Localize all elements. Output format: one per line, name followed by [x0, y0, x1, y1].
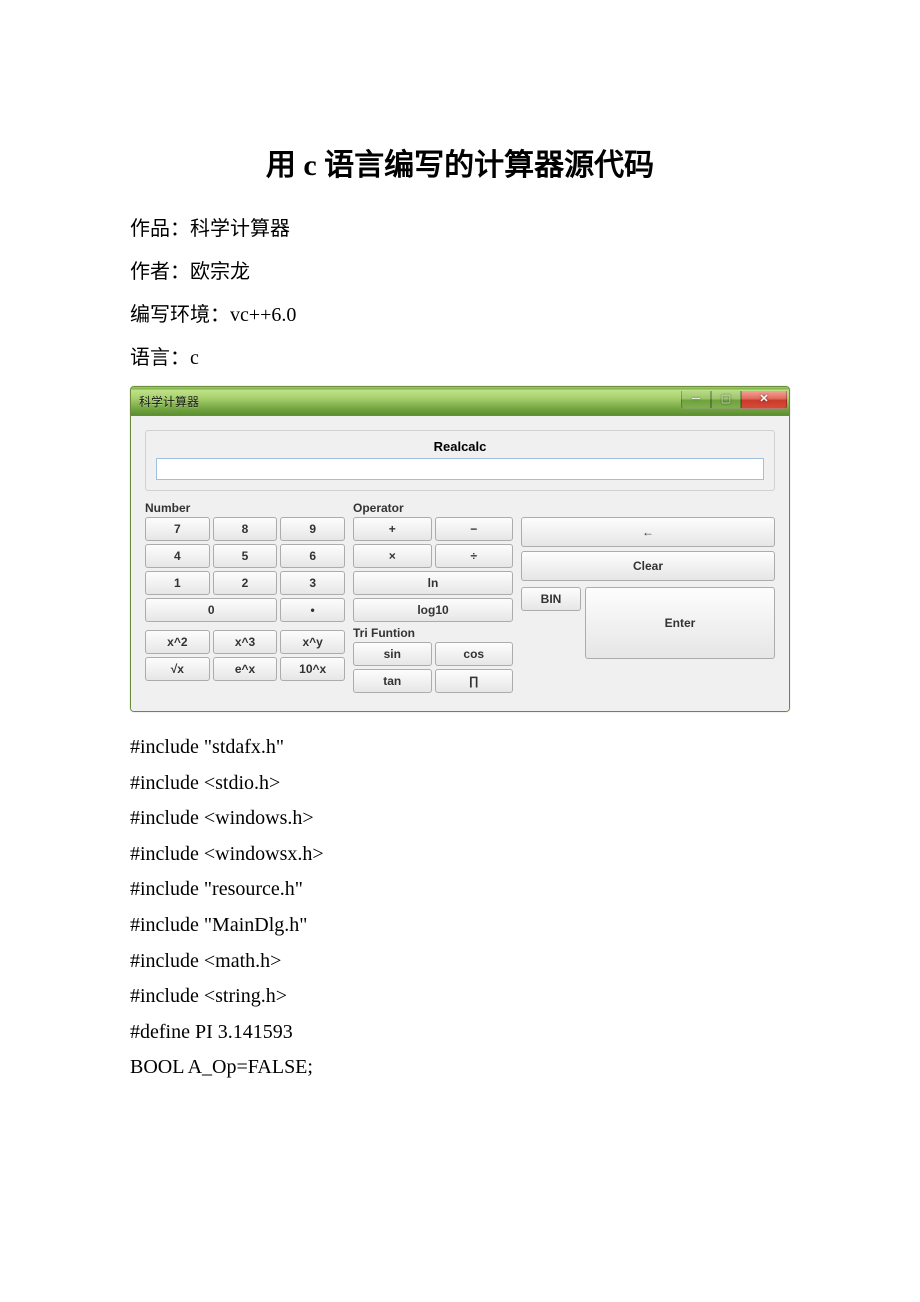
code-line: #include <stdio.h> — [130, 766, 790, 802]
num-3-button[interactable]: 3 — [280, 571, 345, 595]
num-6-button[interactable]: 6 — [280, 544, 345, 568]
log10-button[interactable]: log10 — [353, 598, 513, 622]
realcalc-label: Realcalc — [156, 439, 764, 458]
window-title: 科学计算器 — [139, 393, 199, 410]
back-button[interactable]: ← — [521, 517, 775, 547]
code-line: BOOL A_Op=FALSE; — [130, 1050, 790, 1086]
doc-title: 用 c 语言编写的计算器源代码 — [130, 140, 790, 184]
tri-label: Tri Funtion — [353, 626, 513, 640]
meta-author: 作者：欧宗龙 — [130, 251, 790, 294]
num-0-button[interactable]: 0 — [145, 598, 277, 622]
minus-button[interactable]: − — [435, 517, 514, 541]
code-line: #include <windowsx.h> — [130, 837, 790, 873]
ten-pow-x-button[interactable]: 10^x — [280, 657, 345, 681]
num-9-button[interactable]: 9 — [280, 517, 345, 541]
realcalc-group: Realcalc — [145, 430, 775, 491]
right-column: x ← Clear BIN Enter — [521, 501, 775, 659]
code-line: #include <windows.h> — [130, 801, 790, 837]
tan-button[interactable]: tan — [353, 669, 432, 693]
bin-button[interactable]: BIN — [521, 587, 581, 611]
number-label: Number — [145, 501, 345, 515]
plus-button[interactable]: + — [353, 517, 432, 541]
maximize-button: ▢ — [711, 391, 741, 409]
num-4-button[interactable]: 4 — [145, 544, 210, 568]
multiply-button[interactable]: × — [353, 544, 432, 568]
calculator-window: 科学计算器 ─ ▢ ✕ Realcalc Number 7 8 9 — [130, 386, 790, 712]
clear-button[interactable]: Clear — [521, 551, 775, 581]
x-cubed-button[interactable]: x^3 — [213, 630, 278, 654]
minimize-button[interactable]: ─ — [681, 391, 711, 409]
cos-button[interactable]: cos — [435, 642, 514, 666]
client-area: Realcalc Number 7 8 9 4 5 6 1 2 — [131, 416, 789, 711]
divide-button[interactable]: ÷ — [435, 544, 514, 568]
code-line: #include <math.h> — [130, 944, 790, 980]
maximize-icon: ▢ — [721, 392, 731, 405]
ln-button[interactable]: ln — [353, 571, 513, 595]
window-controls: ─ ▢ ✕ — [681, 391, 787, 411]
meta-lang: 语言：c — [130, 337, 790, 380]
meta-env: 编写环境：vc++6.0 — [130, 294, 790, 337]
num-5-button[interactable]: 5 — [213, 544, 278, 568]
display-input[interactable] — [156, 458, 764, 480]
close-icon: ✕ — [759, 392, 768, 405]
minimize-icon: ─ — [692, 393, 700, 405]
num-7-button[interactable]: 7 — [145, 517, 210, 541]
operator-column: Operator + − × ÷ ln log10 Tri Funtion si… — [353, 501, 513, 693]
window-titlebar[interactable]: 科学计算器 ─ ▢ ✕ — [131, 387, 789, 416]
code-block: #include "stdafx.h" #include <stdio.h> #… — [130, 730, 790, 1086]
code-line: #define PI 3.141593 — [130, 1015, 790, 1051]
meta-work: 作品：科学计算器 — [130, 208, 790, 251]
num-8-button[interactable]: 8 — [213, 517, 278, 541]
code-line: #include "stdafx.h" — [130, 730, 790, 766]
code-line: #include "MainDlg.h" — [130, 908, 790, 944]
enter-button[interactable]: Enter — [585, 587, 775, 659]
num-1-button[interactable]: 1 — [145, 571, 210, 595]
code-line: #include <string.h> — [130, 979, 790, 1015]
close-button[interactable]: ✕ — [741, 391, 787, 409]
x-squared-button[interactable]: x^2 — [145, 630, 210, 654]
e-pow-x-button[interactable]: e^x — [213, 657, 278, 681]
sqrt-button[interactable]: √x — [145, 657, 210, 681]
x-pow-y-button[interactable]: x^y — [280, 630, 345, 654]
num-2-button[interactable]: 2 — [213, 571, 278, 595]
sin-button[interactable]: sin — [353, 642, 432, 666]
decimal-button[interactable]: • — [280, 598, 345, 622]
number-column: Number 7 8 9 4 5 6 1 2 3 0 • — [145, 501, 345, 681]
pi-button[interactable]: ∏ — [435, 669, 514, 693]
code-line: #include "resource.h" — [130, 872, 790, 908]
operator-label: Operator — [353, 501, 513, 515]
